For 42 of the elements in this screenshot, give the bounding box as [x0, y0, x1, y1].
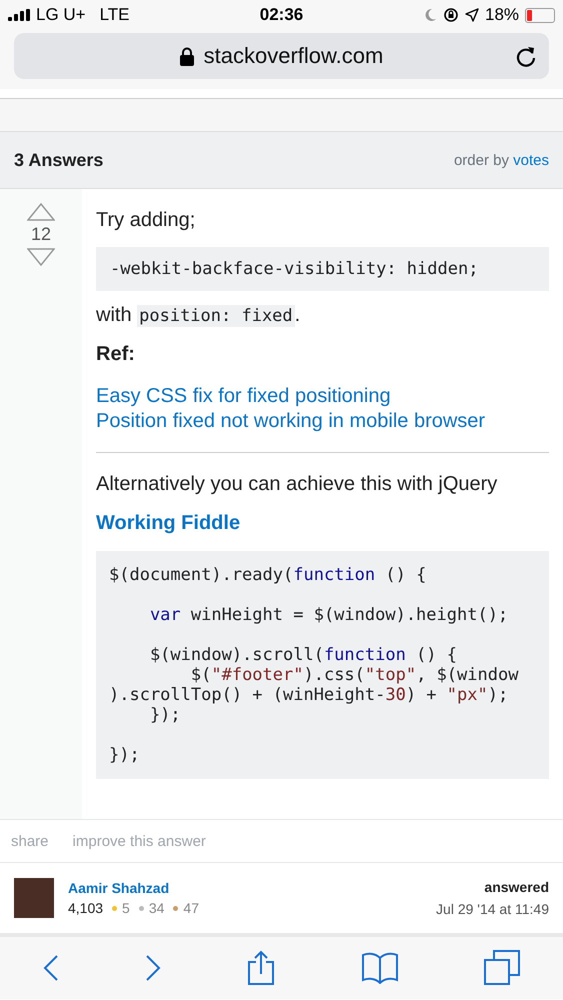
battery-percentage: 18% — [484, 5, 520, 25]
tabs-icon[interactable] — [484, 950, 520, 986]
order-by-text: order by votes — [454, 152, 549, 168]
reference-label: Ref: — [96, 343, 136, 366]
avatar-photo-placeholder — [14, 878, 54, 918]
fiddle-link[interactable]: Working Fiddle — [96, 512, 240, 535]
answers-count: 3 Answers — [14, 150, 104, 170]
reputation-score: 4,103 — [68, 900, 104, 916]
downvote-arrow-icon[interactable] — [27, 248, 55, 266]
lock-icon — [180, 46, 194, 66]
answer-text: Try adding; — [96, 209, 196, 232]
carrier-name: LG U+ — [36, 5, 86, 25]
upvote-arrow-icon[interactable] — [27, 203, 55, 221]
location-arrow-icon — [464, 8, 479, 22]
rotation-lock-icon — [442, 7, 459, 23]
answer-action-link[interactable]: share — [11, 832, 49, 850]
share-icon[interactable] — [247, 950, 276, 986]
badge-count: 5 — [122, 900, 130, 916]
book-icon[interactable] — [362, 952, 398, 984]
vote-count: 12 — [30, 224, 52, 245]
battery-icon — [525, 8, 556, 22]
clock-time: 02:36 — [260, 5, 304, 25]
signal-icon — [8, 9, 30, 21]
address-field[interactable]: stackoverflow.com — [14, 33, 549, 79]
votes-link[interactable]: votes — [513, 152, 549, 168]
answer-text: with position: fixed. — [96, 304, 302, 327]
answer-text: Alternatively you can achieve this with jQuery — [96, 473, 498, 496]
user-name-link[interactable]: Aamir Shahzad — [68, 880, 199, 896]
badge-count: 47 — [183, 900, 199, 916]
answered-date: Jul 29 '14 at 11:49 — [436, 901, 549, 917]
answer-action-link[interactable]: improve this answer — [72, 832, 206, 850]
reload-icon[interactable] — [515, 45, 537, 67]
back-icon[interactable] — [43, 954, 60, 982]
code-block: -webkit-backface-visibility: hidden; — [96, 247, 549, 291]
forward-icon[interactable] — [145, 954, 162, 982]
code-block: $(document).ready(function () { var winHeight = $(window).height(); $(window).scroll(function () { $("#footer").css("top", $(window ).scrollTop() + (winHeight-30) + "px"); }); }); — [96, 551, 549, 779]
network-type: LTE — [100, 5, 130, 25]
answered-label: answered — [483, 879, 549, 895]
moon-icon — [422, 8, 437, 22]
badge-count: 34 — [148, 900, 164, 916]
reference-link[interactable]: Position fixed not working in mobile browser — [96, 409, 549, 434]
reference-link[interactable]: Easy CSS fix for fixed positioning — [96, 384, 549, 409]
